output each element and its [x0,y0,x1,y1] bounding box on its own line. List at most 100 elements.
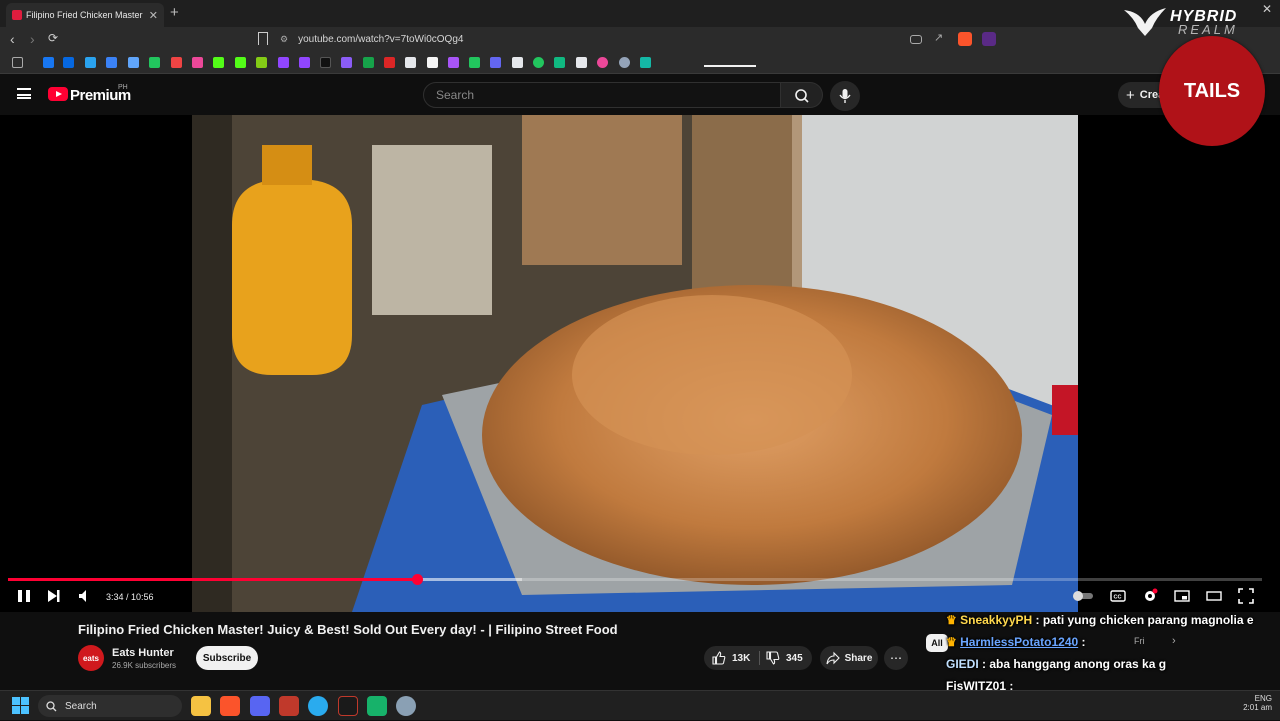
more-actions-button[interactable]: ⋯ [884,646,908,670]
windows-taskbar: Search ENG 2:01 am [0,690,1280,720]
share-page-icon[interactable]: ↗ [934,31,948,45]
thumbs-up-icon [712,651,726,665]
fullscreen-icon[interactable] [1238,588,1254,604]
bookmark-icon-16[interactable] [363,57,374,68]
tab-title: Filipino Fried Chicken Master [26,10,143,20]
apps-grid-icon[interactable] [12,57,23,68]
scrubber-handle[interactable] [411,574,423,585]
volume-icon[interactable] [78,588,92,604]
voicemeeter-icon[interactable] [279,696,299,716]
microphone-icon [839,89,851,103]
progress-played [8,578,417,581]
subtitles-icon[interactable]: CC [1110,588,1126,604]
bookmark-icon-8[interactable] [192,57,203,68]
search-input[interactable] [423,82,781,108]
bookmark-facebook-icon[interactable] [43,57,54,68]
app-green-icon[interactable] [367,696,387,716]
back-icon[interactable]: ‹ [10,31,15,47]
close-tab-icon[interactable]: ✕ [149,9,158,22]
bookmark-icon-4[interactable] [106,57,117,68]
hamburger-menu-icon[interactable] [17,88,31,99]
bookmark-icon-28[interactable] [619,57,630,68]
bookmark-icon-25[interactable] [554,57,565,68]
bookmark-icon-27[interactable] [597,57,608,68]
next-video-icon[interactable] [47,588,61,604]
theater-mode-icon[interactable] [1206,588,1222,604]
subscribe-button[interactable]: Subscribe [196,646,258,670]
bookmark-twitch-2-icon[interactable] [299,57,310,68]
settings-gear-icon[interactable] [1142,588,1158,604]
search-button[interactable] [781,82,823,108]
telegram-icon[interactable] [308,696,328,716]
time-display: 3:34 / 10:56 [106,592,154,602]
pause-icon[interactable] [17,588,31,604]
bookmark-kick-icon[interactable] [213,57,224,68]
bookmark-icon-23[interactable] [512,57,523,68]
system-tray[interactable]: ENG 2:01 am [1243,694,1272,712]
url-text: youtube.com/watch?v=7toWi0cOQg4 [298,34,464,45]
like-dislike-group: 13K 345 [704,646,812,670]
file-explorer-icon[interactable] [191,696,211,716]
discord-icon[interactable] [250,696,270,716]
tray-clock: 2:01 am [1243,703,1272,712]
reload-icon[interactable]: ⟳ [48,31,58,45]
thumbs-down-icon [766,651,780,665]
bookmark-icon-3[interactable] [85,57,96,68]
bookmark-icon-20[interactable] [448,57,459,68]
chevron-right-icon[interactable]: › [1172,635,1176,647]
site-settings-icon[interactable]: ⚙ [280,34,288,45]
url-bar[interactable]: ⚙ youtube.com/watch?v=7toWi0cOQg4 [280,29,940,50]
bookmark-icon-19[interactable] [427,57,438,68]
voice-search-button[interactable] [830,81,860,111]
chip-all[interactable]: All [926,634,948,652]
channel-avatar[interactable]: eats [78,645,104,671]
eagle-logo-icon [1124,8,1166,36]
taskbar-search-label: Search [65,700,97,712]
brave-shields-icon[interactable] [958,32,972,46]
bookmark-icon-18[interactable] [405,57,416,68]
logo-line-2: REALM [1178,22,1238,37]
brave-browser-icon[interactable] [220,696,240,716]
bookmark-icon-22[interactable] [490,57,501,68]
bookmark-icon-26[interactable] [576,57,587,68]
forward-icon[interactable]: › [30,31,35,47]
bookmark-icon-11[interactable] [256,57,267,68]
taskbar-search[interactable]: Search [38,695,182,717]
tray-language: ENG [1254,694,1272,703]
channel-name[interactable]: Eats Hunter [112,647,174,659]
bookmark-icon-6[interactable] [149,57,160,68]
bookmark-icon-24[interactable] [533,57,544,68]
more-horizontal-icon: ⋯ [890,651,902,665]
settings-app-icon[interactable] [396,696,416,716]
share-button[interactable]: Share [820,646,878,670]
autoplay-toggle-icon[interactable] [1072,588,1094,604]
youtube-logo-icon[interactable] [48,87,68,101]
bookmark-twitch-icon[interactable] [278,57,289,68]
bookmark-icon-21[interactable] [469,57,480,68]
bookmark-kick-2-icon[interactable] [235,57,246,68]
new-tab-button[interactable]: + [170,4,179,21]
bookmark-icon[interactable] [258,32,268,45]
chip-friends[interactable]: Fri [1134,636,1145,646]
svg-text:CC: CC [1114,595,1122,601]
brave-rewards-icon[interactable] [982,32,996,46]
bookmark-icon-29[interactable] [640,57,651,68]
bookmark-meta-icon[interactable] [63,57,74,68]
subscriber-count: 26.9K subscribers [112,661,177,670]
video-player[interactable]: 3:34 / 10:56 CC [0,115,1280,612]
like-underline [704,65,756,67]
bookmark-icon-15[interactable] [341,57,352,68]
like-button[interactable]: 13K [712,651,750,665]
dislike-button[interactable]: 345 [766,651,803,665]
video-title: Filipino Fried Chicken Master! Juicy & B… [78,622,618,637]
bookmark-icon-17[interactable] [384,57,395,68]
app-x-icon[interactable] [338,696,358,716]
bookmark-icon-5[interactable] [128,57,139,68]
cast-icon[interactable] [910,35,922,44]
browser-tab[interactable]: Filipino Fried Chicken Master ✕ [6,3,164,27]
windows-start-icon[interactable] [12,697,30,715]
bookmark-tiktok-icon[interactable] [320,57,331,68]
miniplayer-icon[interactable] [1174,588,1190,604]
progress-bar[interactable] [8,574,1262,585]
bookmark-youtube-icon[interactable] [171,57,182,68]
